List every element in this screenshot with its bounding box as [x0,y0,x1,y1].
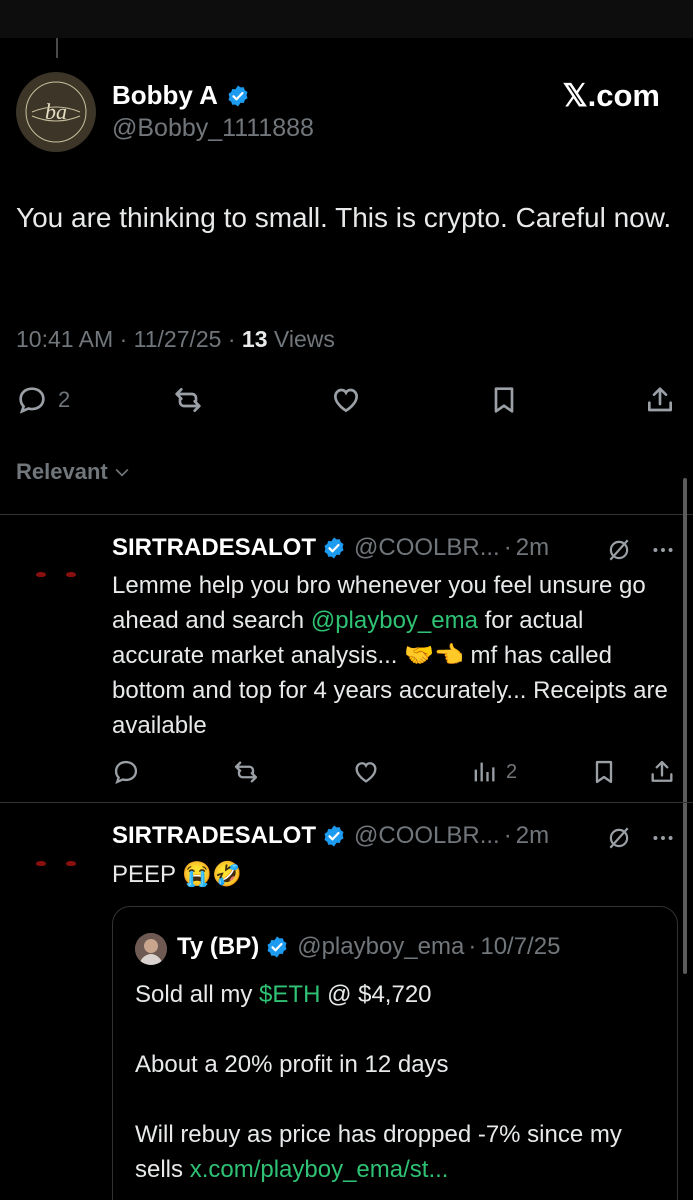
separator: · [503,534,512,561]
views-count: 13 [241,326,268,352]
more-options-icon[interactable] [650,825,676,851]
like-button[interactable] [330,382,362,418]
heart-icon [333,388,359,413]
reply-avatar[interactable] [26,835,86,895]
quoted-text-part: @ $4,720 [320,981,432,1008]
quoted-line: About a 20% profit in 12 days [135,1051,449,1078]
verified-badge-icon [324,825,344,847]
top-bar [0,0,693,38]
thread-connector-line [56,38,58,58]
share-icon [648,387,672,412]
tweet-actions: 2 [16,382,681,418]
share-button[interactable] [644,382,676,418]
avatar-logo-icon: ba [18,74,94,150]
quoted-header: Ty (BP) @playboy_ema · 10/7/25 [177,933,560,961]
views-label: Views [273,326,335,352]
reply-author-name[interactable]: SIRTRADESALOT [112,822,316,850]
quoted-text: Sold all my $ETH @ $4,720 About a 20% pr… [135,977,665,1187]
reply-header: SIRTRADESALOT @COOLBR... · 2m [112,822,549,850]
separator: · [468,933,477,960]
share-button[interactable] [648,758,676,786]
author-name[interactable]: Bobby A [112,80,250,111]
quoted-avatar-image-icon [135,933,167,965]
scrollbar[interactable] [683,478,687,974]
sort-label: Relevant [16,459,108,484]
reply-author-handle[interactable]: @COOLBR... [354,822,500,850]
author-name-text[interactable]: Bobby A [112,80,218,111]
reply-text: Lemme help you bro whenever you feel uns… [112,568,672,743]
verified-badge-icon [228,85,248,106]
reply-author-name[interactable]: SIRTRADESALOT [112,534,316,562]
verified-badge-icon [267,936,287,958]
reply-icon [19,387,45,414]
chevron-down-icon [115,468,129,477]
quoted-avatar[interactable] [135,933,167,965]
divider [0,802,693,803]
reply-author-handle[interactable]: @COOLBR... [354,534,500,562]
repost-icon [175,388,201,412]
bookmark-button[interactable] [590,758,618,786]
reply-header: SIRTRADESALOT @COOLBR... · 2m [112,534,549,562]
quoted-line: Will rebuy as price has dropped -7% sinc… [135,1117,665,1187]
bookmark-icon [494,387,514,413]
tweet-time[interactable]: 10:41 AM [16,326,113,352]
mention-link[interactable]: @playboy_ema [311,607,478,634]
share-icon [651,760,673,782]
quoted-author-handle[interactable]: @playboy_ema [297,933,464,961]
reply-text: PEEP 😭🤣 [112,861,243,888]
x-brand-logo: 𝕏.com [562,78,660,113]
cashtag-link[interactable]: $ETH [259,981,320,1008]
reply-button[interactable]: 2 [16,382,70,418]
reply-time[interactable]: 2m [516,822,549,850]
views-button[interactable]: 2 [470,758,517,786]
like-button[interactable] [352,758,380,786]
repost-button[interactable] [232,758,260,786]
quoted-author-name[interactable]: Ty (BP) [177,933,259,961]
reply-time[interactable]: 2m [516,534,549,562]
quoted-text-part: Sold all my [135,981,260,1008]
reply-count: 2 [58,387,71,412]
tweet-date[interactable]: 11/27/25 [134,326,222,352]
quoted-line: Sold all my $ETH @ $4,720 [135,977,665,1012]
reply-icon [114,760,138,785]
separator: · [503,822,512,849]
avatar[interactable]: ba [16,72,96,152]
heart-icon [355,762,377,783]
divider [0,514,693,515]
views-count: 2 [506,760,518,783]
more-options-icon[interactable] [650,537,676,563]
reply-button[interactable] [112,758,140,786]
url-link[interactable]: x.com/playboy_ema/st... [190,1156,449,1183]
quoted-date[interactable]: 10/7/25 [480,933,560,961]
avatar-eye [66,861,76,866]
analytics-icon [474,762,495,782]
verified-badge-icon [324,537,344,559]
bookmark-icon [595,760,613,784]
author-handle[interactable]: @Bobby_1111888 [112,114,314,143]
sort-dropdown[interactable]: Relevant [16,459,132,485]
quoted-tweet-card[interactable]: Ty (BP) @playboy_ema · 10/7/25 Sold all … [112,906,678,1200]
repost-button[interactable] [172,382,204,418]
tweet-meta: 10:41 AM · 11/27/25 · 13 Views [16,326,335,353]
meta-separator: · [119,326,134,352]
grok-icon[interactable] [606,825,632,851]
meta-separator: · [227,326,242,352]
tweet-text: You are thinking to small. This is crypt… [16,202,672,233]
reply-avatar[interactable] [26,546,86,606]
repost-icon [234,761,258,783]
bookmark-button[interactable] [488,382,520,418]
grok-icon[interactable] [606,537,632,563]
avatar-eye [66,572,76,577]
avatar-eye [36,861,46,866]
avatar-eye [36,572,46,577]
